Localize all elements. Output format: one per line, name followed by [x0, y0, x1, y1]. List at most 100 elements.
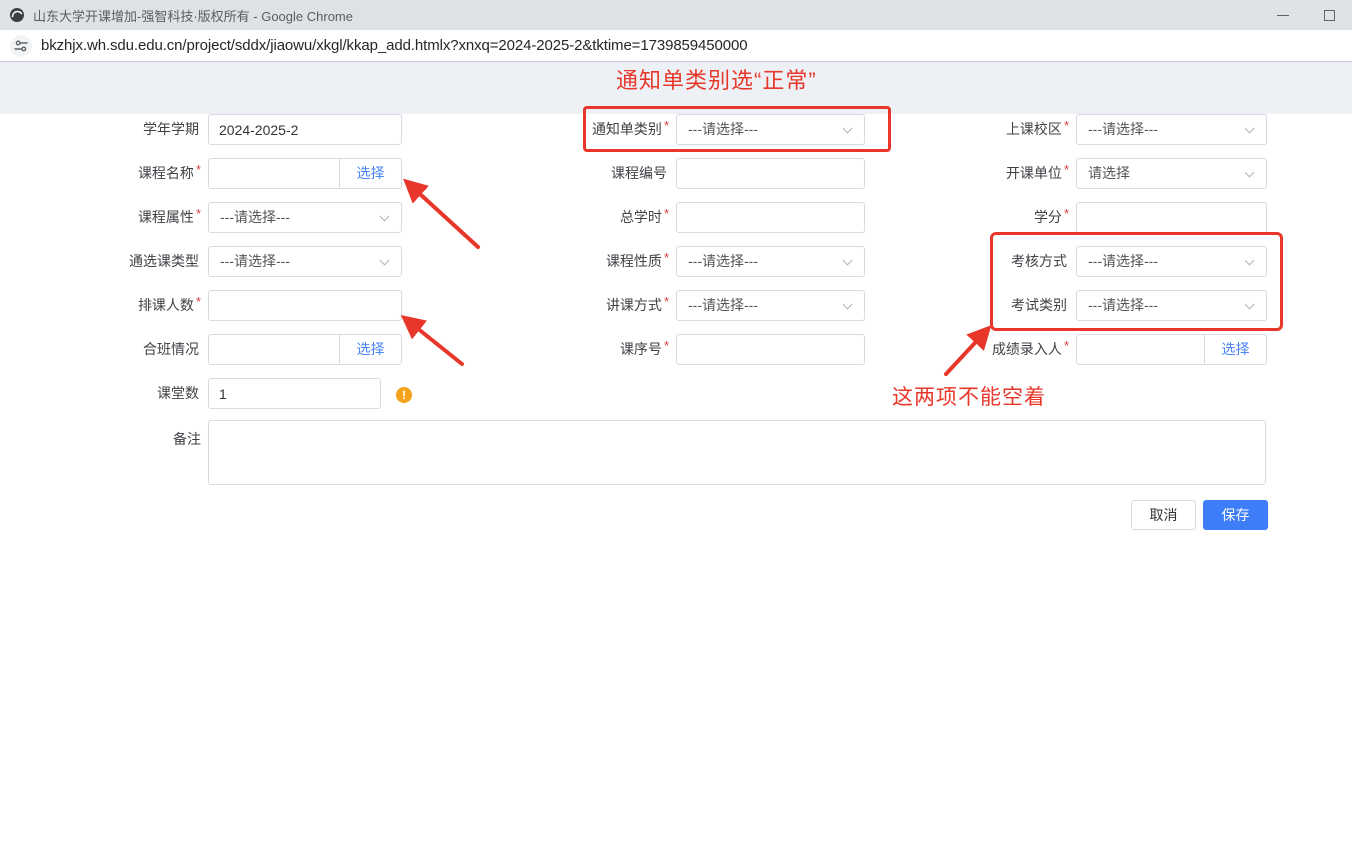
- required-star: *: [1064, 206, 1069, 221]
- course-name-input[interactable]: [209, 159, 339, 188]
- credits-label: 学分: [1034, 209, 1062, 225]
- semester-label: 学年学期: [143, 121, 199, 137]
- grade-recorder-field[interactable]: 选择: [1076, 334, 1267, 365]
- combined-class-row: 合班情况 选择: [60, 334, 402, 365]
- assessment-method-row: 考核方式 ---请选择---: [920, 246, 1267, 277]
- assessment-method-select[interactable]: ---请选择---: [1076, 246, 1267, 277]
- course-sequence-field[interactable]: [676, 334, 865, 365]
- required-star: *: [1064, 162, 1069, 177]
- maximize-icon: [1324, 10, 1335, 21]
- arrow-to-course-name-choose: [409, 184, 478, 247]
- exam-category-label: 考试类别: [1011, 297, 1067, 313]
- remarks-label: 备注: [173, 431, 201, 447]
- grade-recorder-row: 成绩录入人* 选择: [920, 334, 1267, 365]
- address-bar[interactable]: bkzhjx.wh.sdu.edu.cn/project/sddx/jiaowu…: [0, 30, 1352, 62]
- minimize-icon: [1277, 15, 1289, 16]
- lecture-method-row: 讲课方式* ---请选择---: [520, 290, 865, 321]
- combined-class-choose-link[interactable]: 选择: [339, 335, 401, 364]
- total-hours-field[interactable]: [676, 202, 865, 233]
- combined-class-field[interactable]: 选择: [208, 334, 402, 365]
- grade-recorder-label: 成绩录入人: [992, 341, 1062, 357]
- combined-class-input[interactable]: [209, 335, 339, 364]
- required-star: *: [664, 118, 669, 133]
- course-attribute-label: 课程属性: [138, 209, 194, 225]
- general-elective-type-select[interactable]: ---请选择---: [208, 246, 402, 277]
- course-nature-select[interactable]: ---请选择---: [676, 246, 865, 277]
- assessment-method-label: 考核方式: [1011, 253, 1067, 269]
- course-code-label: 课程编号: [611, 165, 667, 181]
- course-attribute-row: 课程属性* ---请选择---: [60, 202, 402, 233]
- scheduled-students-input[interactable]: [209, 291, 401, 320]
- course-name-row: 课程名称* 选择: [60, 158, 402, 189]
- url-text[interactable]: bkzhjx.wh.sdu.edu.cn/project/sddx/jiaowu…: [41, 37, 748, 54]
- credits-input[interactable]: [1077, 203, 1266, 232]
- window-title: 山东大学开课增加-强智科技·版权所有 - Google Chrome: [33, 6, 353, 25]
- semester-input[interactable]: [209, 115, 401, 144]
- warning-icon: !: [396, 387, 412, 403]
- scheduled-students-label: 排课人数: [138, 297, 194, 313]
- form-column-1: 学年学期 课程名称* 选择 课程属性* ---请选择--- 通选课类型 ---请…: [60, 114, 402, 422]
- cancel-button[interactable]: 取消: [1131, 500, 1196, 530]
- arrow-to-scheduled-students: [407, 320, 462, 364]
- scheduled-students-row: 排课人数*: [60, 290, 402, 321]
- notice-type-row: 通知单类别* ---请选择---: [520, 114, 865, 145]
- general-elective-type-label: 通选课类型: [129, 253, 199, 269]
- notice-type-select[interactable]: ---请选择---: [676, 114, 865, 145]
- lecture-method-label: 讲课方式: [606, 297, 662, 313]
- total-hours-input[interactable]: [677, 203, 864, 232]
- credits-field[interactable]: [1076, 202, 1267, 233]
- exam-category-row: 考试类别 ---请选择---: [920, 290, 1267, 321]
- class-count-input[interactable]: [209, 379, 380, 408]
- course-attribute-select[interactable]: ---请选择---: [208, 202, 402, 233]
- notice-type-label: 通知单类别: [592, 121, 662, 137]
- required-star: *: [1064, 338, 1069, 353]
- grade-recorder-input[interactable]: [1077, 335, 1204, 364]
- scheduled-students-field[interactable]: [208, 290, 402, 321]
- required-star: *: [196, 206, 201, 221]
- course-sequence-row: 课序号*: [520, 334, 865, 365]
- course-code-input[interactable]: [677, 159, 864, 188]
- required-star: *: [196, 294, 201, 309]
- site-settings-icon[interactable]: [10, 35, 32, 57]
- combined-class-label: 合班情况: [143, 341, 199, 357]
- form-column-3: 上课校区* ---请选择--- 开课单位* 请选择 学分* 考核方式 ---请选…: [920, 114, 1267, 378]
- exam-category-select[interactable]: ---请选择---: [1076, 290, 1267, 321]
- class-count-field[interactable]: [208, 378, 381, 409]
- semester-field[interactable]: [208, 114, 402, 145]
- course-sequence-input[interactable]: [677, 335, 864, 364]
- grade-recorder-choose-link[interactable]: 选择: [1204, 335, 1266, 364]
- course-code-field[interactable]: [676, 158, 865, 189]
- course-name-field[interactable]: 选择: [208, 158, 402, 189]
- class-count-row: 课堂数: [60, 378, 402, 409]
- required-star: *: [664, 206, 669, 221]
- required-star: *: [664, 294, 669, 309]
- offering-department-select[interactable]: 请选择: [1076, 158, 1267, 189]
- semester-row: 学年学期: [60, 114, 402, 145]
- campus-label: 上课校区: [1006, 121, 1062, 137]
- course-nature-row: 课程性质* ---请选择---: [520, 246, 865, 277]
- minimize-button[interactable]: [1260, 0, 1306, 30]
- campus-select[interactable]: ---请选择---: [1076, 114, 1267, 145]
- class-count-label: 课堂数: [157, 385, 199, 401]
- course-name-choose-link[interactable]: 选择: [339, 159, 401, 188]
- course-code-row: 课程编号: [520, 158, 865, 189]
- required-star: *: [664, 250, 669, 265]
- remarks-textarea[interactable]: [208, 420, 1266, 485]
- total-hours-label: 总学时: [620, 209, 662, 225]
- annotation-bottom-note: 这两项不能空着: [892, 381, 1046, 411]
- credits-row: 学分*: [920, 202, 1267, 233]
- general-elective-type-row: 通选课类型 ---请选择---: [60, 246, 402, 277]
- required-star: *: [1064, 118, 1069, 133]
- form-column-2: 通知单类别* ---请选择--- 课程编号 总学时* 课程性质* ---请选择-…: [520, 114, 865, 378]
- total-hours-row: 总学时*: [520, 202, 865, 233]
- offering-department-row: 开课单位* 请选择: [920, 158, 1267, 189]
- lecture-method-select[interactable]: ---请选择---: [676, 290, 865, 321]
- window-controls: [1260, 0, 1352, 30]
- page-icon: [9, 7, 25, 23]
- save-button[interactable]: 保存: [1203, 500, 1268, 530]
- required-star: *: [664, 338, 669, 353]
- course-nature-label: 课程性质: [606, 253, 662, 269]
- maximize-button[interactable]: [1306, 0, 1352, 30]
- window-titlebar: 山东大学开课增加-强智科技·版权所有 - Google Chrome: [0, 0, 1352, 30]
- required-star: *: [196, 162, 201, 177]
